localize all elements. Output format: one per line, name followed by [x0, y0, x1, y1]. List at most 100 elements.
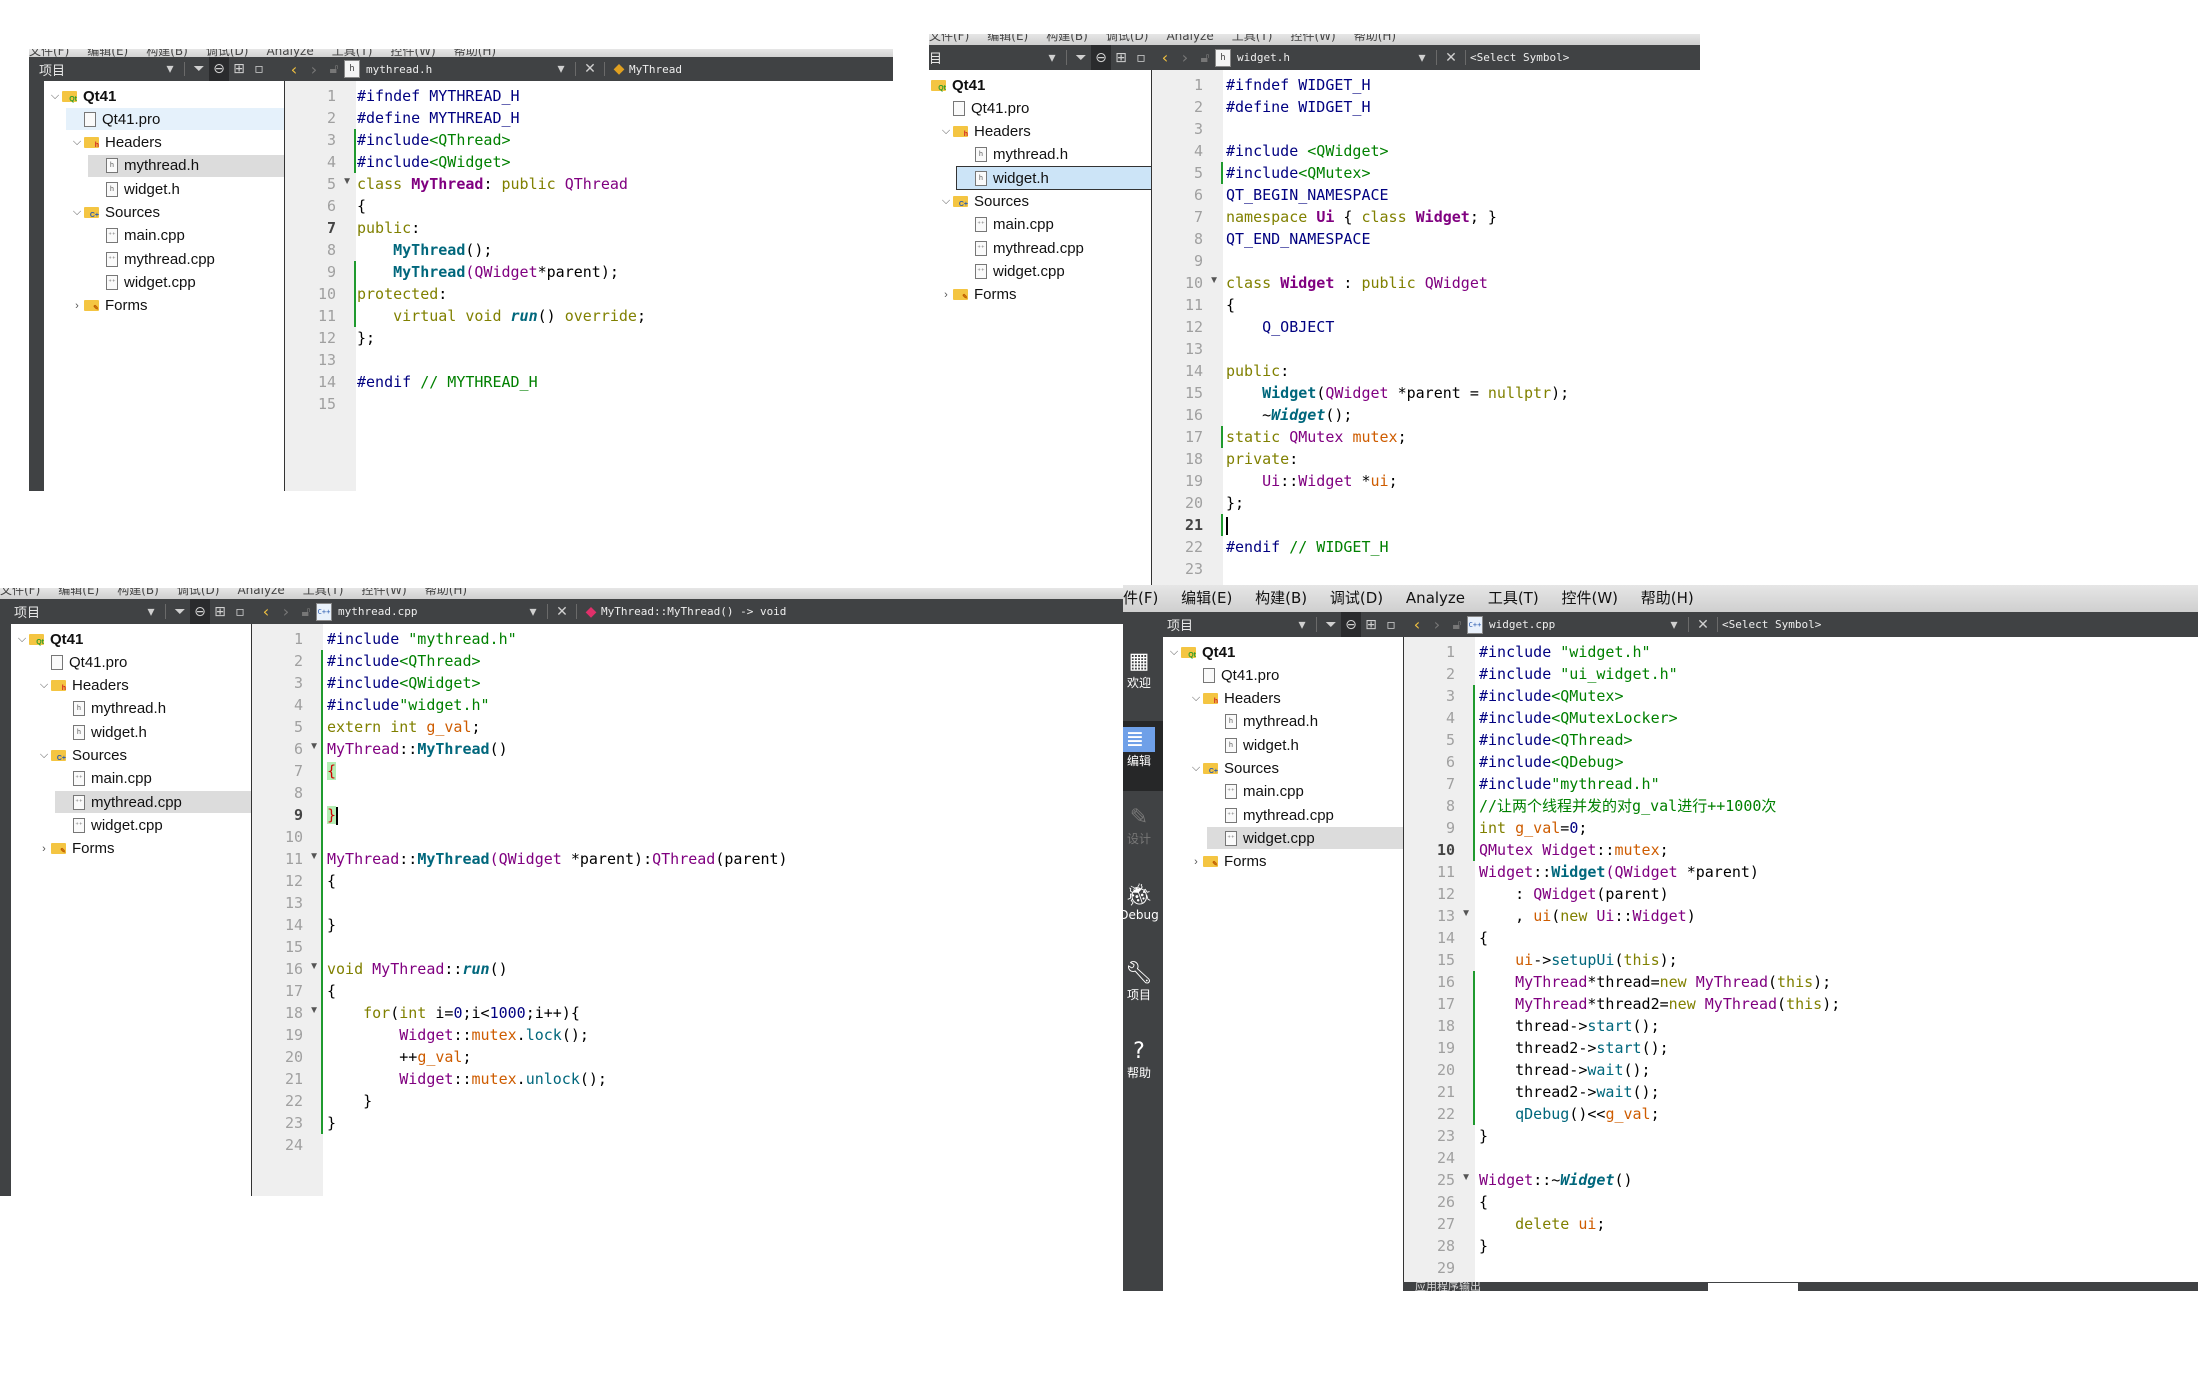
menu-item[interactable]: 调试(D) — [1106, 34, 1149, 42]
code-line[interactable]: #ifndef WIDGET_H — [1226, 74, 1371, 96]
code-line[interactable]: MyThread(QWidget*parent); — [357, 261, 619, 283]
code-line[interactable]: MyThread::MyThread(QWidget *parent):QThr… — [327, 848, 788, 870]
open-file-name[interactable]: mythread.cpp — [338, 605, 523, 618]
code-line[interactable]: qDebug()<<g_val; — [1479, 1103, 1660, 1125]
tree-item-source-file[interactable]: ⁺⁺ mythread.cpp — [929, 237, 1151, 259]
code-line[interactable]: for(int i=0;i<1000;i++){ — [327, 1002, 580, 1024]
close-sidebar-icon[interactable]: ▫ — [249, 57, 269, 81]
tree-item-pro-file[interactable]: Qt41.pro — [929, 97, 1151, 119]
code-line[interactable]: virtual void run() override; — [357, 305, 646, 327]
menu-item[interactable]: 工具(T) — [332, 49, 373, 57]
tree-item-sources[interactable]: ⌵ C+ Sources — [11, 745, 251, 767]
open-file-name[interactable]: widget.h — [1237, 51, 1412, 64]
file-dropdown-icon[interactable]: ▾ — [523, 599, 543, 624]
code-line[interactable]: static QMutex mutex; — [1226, 426, 1407, 448]
code-line[interactable]: int g_val=0; — [1479, 817, 1587, 839]
split-icon[interactable]: ⊞ — [210, 599, 230, 624]
code-line[interactable]: { — [1479, 927, 1488, 949]
fold-arrow-icon[interactable]: ▼ — [309, 961, 319, 972]
code-line[interactable]: MyThread::MyThread() — [327, 738, 508, 760]
menu-item[interactable]: 工具(T) — [1232, 34, 1273, 42]
file-dropdown-icon[interactable]: ▾ — [1664, 612, 1684, 637]
tree-item-forms[interactable]: › ✎ Forms — [44, 295, 284, 317]
tree-item-source-file[interactable]: ⁺⁺ widget.cpp — [929, 260, 1151, 282]
tree-item-source-file[interactable]: ⁺⁺ main.cpp — [1163, 781, 1403, 803]
code-line[interactable]: #define MYTHREAD_H — [357, 107, 520, 129]
chevron-down-icon[interactable]: ⌵ — [939, 125, 953, 138]
tree-item-header-file[interactable]: h widget.h — [11, 721, 251, 743]
menu-item[interactable]: 控件(W) — [390, 49, 435, 57]
code-line[interactable]: thread->wait(); — [1479, 1059, 1650, 1081]
open-file-name[interactable]: mythread.h — [366, 63, 551, 76]
output-pane-label[interactable]: 应用程序输出 — [1415, 1282, 1481, 1291]
close-sidebar-icon[interactable]: ▫ — [230, 599, 250, 624]
tree-item-forms[interactable]: › ✎ Forms — [11, 838, 251, 860]
menu-item[interactable]: 文件(F) — [929, 34, 969, 42]
project-view-label[interactable]: 项目 — [14, 602, 40, 621]
menu-item[interactable]: 帮助(H) — [454, 49, 496, 57]
tree-item-sources[interactable]: ⌵ C+ Sources — [1163, 758, 1403, 780]
tree-item-header-file[interactable]: h mythread.h — [1163, 711, 1403, 733]
tree-item-source-file[interactable]: ⁺⁺ main.cpp — [44, 225, 284, 247]
code-line[interactable]: Widget(QWidget *parent = nullptr); — [1226, 382, 1569, 404]
code-line[interactable]: QMutex Widget::mutex; — [1479, 839, 1669, 861]
tree-item-headers[interactable]: ⌵ h Headers — [11, 675, 251, 697]
menu-edit[interactable]: 编辑(E) — [1181, 585, 1232, 612]
tree-item-source-file[interactable]: ⁺⁺ main.cpp — [929, 214, 1151, 236]
symbol-selector[interactable]: MyThread — [629, 63, 682, 76]
tree-item-source-file[interactable]: ⁺⁺ mythread.cpp — [44, 248, 284, 270]
code-line[interactable]: #include"mythread.h" — [1479, 773, 1660, 795]
code-line[interactable]: { — [327, 980, 336, 1002]
tree-item-project[interactable]: ⌵ Qt Qt41 — [44, 85, 284, 107]
output-search-field[interactable] — [1708, 1283, 1798, 1291]
forward-arrow-icon[interactable]: › — [1427, 612, 1447, 637]
chevron-down-icon[interactable]: ⌵ — [1189, 692, 1203, 705]
menu-item[interactable]: 帮助(H) — [425, 588, 467, 596]
code-editor[interactable]: #ifndef MYTHREAD_H #define MYTHREAD_H #inc… — [357, 81, 893, 491]
fold-arrow-icon[interactable]: ▼ — [1461, 908, 1471, 919]
code-line[interactable]: } — [327, 1112, 336, 1134]
code-line[interactable]: : QWidget(parent) — [1479, 883, 1669, 905]
link-icon[interactable]: ⊖ — [209, 57, 229, 81]
code-editor[interactable]: #include "mythread.h" #include<QThread> #i… — [327, 624, 1123, 1196]
code-line[interactable]: QT_BEGIN_NAMESPACE — [1226, 184, 1389, 206]
menu-item[interactable]: Analyze — [266, 49, 313, 57]
code-line[interactable]: Ui::Widget *ui; — [1226, 470, 1397, 492]
back-arrow-icon[interactable]: ‹ — [284, 57, 304, 81]
menu-debug[interactable]: 调试(D) — [1330, 585, 1383, 612]
code-line[interactable]: MyThread*thread2=new MyThread(this); — [1479, 993, 1840, 1015]
filter-icon[interactable]: ⏷ — [170, 599, 190, 624]
tree-item-header-file[interactable]: h widget.h — [1163, 734, 1403, 756]
code-line[interactable]: Widget::mutex.unlock(); — [327, 1068, 607, 1090]
chevron-down-icon[interactable]: ⌵ — [70, 136, 84, 149]
chevron-right-icon[interactable]: › — [70, 300, 84, 312]
menu-build[interactable]: 构建(B) — [1255, 585, 1307, 612]
close-sidebar-icon[interactable]: ▫ — [1131, 45, 1151, 70]
tree-item-sources[interactable]: ⌵ C+ Sources — [44, 202, 284, 224]
tree-item-sources[interactable]: ⌵ C+ Sources — [929, 191, 1151, 213]
chevron-down-icon[interactable]: ⌵ — [37, 749, 51, 762]
code-line[interactable]: Widget::~Widget() — [1479, 1169, 1633, 1191]
tree-item-header-file[interactable]: h mythread.h — [11, 698, 251, 720]
link-icon[interactable]: ⊖ — [1091, 45, 1111, 70]
link-icon[interactable]: ⊖ — [190, 599, 210, 624]
tree-item-pro-file[interactable]: Qt41.pro — [1163, 664, 1403, 686]
close-file-icon[interactable]: ✕ — [1441, 45, 1461, 70]
tree-item-project[interactable]: Qt Qt41 — [929, 74, 1151, 96]
close-file-icon[interactable]: ✕ — [580, 57, 600, 81]
fold-arrow-icon[interactable]: ▼ — [309, 741, 319, 752]
chevron-down-icon[interactable]: ⌵ — [1189, 762, 1203, 775]
code-line[interactable]: ~Widget(); — [1226, 404, 1352, 426]
code-line[interactable]: #include<QMutexLocker> — [1479, 707, 1678, 729]
code-line[interactable]: #include<QWidget> — [357, 151, 511, 173]
code-line[interactable]: { — [327, 760, 337, 782]
mode-help[interactable]: ? 帮助 — [1123, 1033, 1163, 1103]
menu-analyze[interactable]: Analyze — [1406, 585, 1465, 612]
code-line[interactable]: namespace Ui { class Widget; } — [1226, 206, 1497, 228]
menu-item[interactable]: 控件(W) — [1290, 34, 1335, 42]
code-line[interactable]: #endif // WIDGET_H — [1226, 536, 1389, 558]
filter-icon[interactable]: ⏷ — [1071, 45, 1091, 70]
tree-item-headers[interactable]: ⌵ h Headers — [929, 121, 1151, 143]
project-view-label[interactable]: 目 — [929, 48, 942, 67]
tree-item-header-file[interactable]: h mythread.h — [88, 154, 284, 177]
